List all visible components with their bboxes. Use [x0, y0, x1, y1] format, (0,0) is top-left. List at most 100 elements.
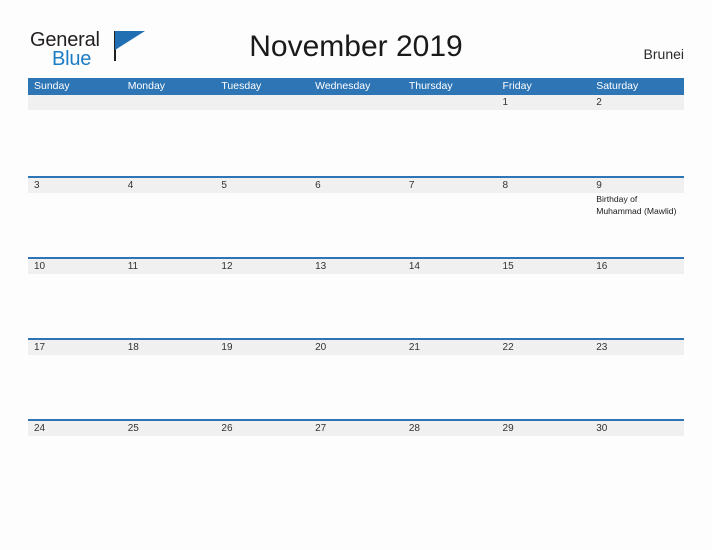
calendar-day-cell[interactable]: 25: [122, 421, 216, 436]
day-number: 2: [596, 97, 602, 108]
calendar-event-cell[interactable]: [215, 274, 309, 275]
day-number: 5: [221, 180, 227, 191]
calendar-event-cell[interactable]: [122, 355, 216, 356]
date-number-band: 17 18 19 20 21 22 23: [28, 340, 684, 355]
calendar-event-cell[interactable]: [590, 355, 684, 356]
calendar-event-cell[interactable]: [28, 355, 122, 356]
calendar-event-cell[interactable]: [309, 193, 403, 217]
weekday-header-cell: Saturday: [596, 80, 639, 92]
calendar-day-cell[interactable]: 9: [590, 178, 684, 193]
day-number: 29: [502, 423, 514, 434]
calendar-event-cell[interactable]: [215, 436, 309, 437]
calendar-day-cell[interactable]: [403, 95, 497, 110]
calendar-day-cell[interactable]: 6: [309, 178, 403, 193]
day-number: 18: [127, 342, 139, 353]
calendar-event-cell[interactable]: [215, 355, 309, 356]
calendar-day-cell[interactable]: 5: [215, 178, 309, 193]
calendar-day-cell[interactable]: 16: [590, 259, 684, 274]
calendar-event-cell[interactable]: [403, 193, 497, 217]
calendar-day-cell[interactable]: 1: [497, 95, 591, 110]
calendar-event-cell[interactable]: [497, 110, 591, 111]
calendar-event-cell[interactable]: [403, 355, 497, 356]
calendar-day-cell[interactable]: [215, 95, 309, 110]
calendar-event-cell[interactable]: [497, 193, 591, 217]
calendar-day-cell[interactable]: 15: [497, 259, 591, 274]
calendar-event-cell[interactable]: [590, 436, 684, 437]
events-band: [28, 436, 684, 437]
calendar-event-cell[interactable]: [590, 274, 684, 275]
calendar-day-cell[interactable]: 4: [122, 178, 216, 193]
calendar-day-cell[interactable]: [28, 95, 122, 110]
calendar-day-cell[interactable]: 28: [403, 421, 497, 436]
date-number-band: 24 25 26 27 28 29 30: [28, 421, 684, 436]
calendar-day-cell[interactable]: 10: [28, 259, 122, 274]
calendar-event-cell[interactable]: [309, 436, 403, 437]
calendar-event-cell[interactable]: [215, 193, 309, 217]
calendar-day-cell[interactable]: [309, 95, 403, 110]
calendar-event-cell[interactable]: [122, 193, 216, 217]
day-number: [409, 95, 497, 110]
date-number-band: 10 11 12 13 14 15 16: [28, 259, 684, 274]
calendar-event-cell[interactable]: [28, 110, 122, 111]
day-number: 17: [34, 342, 46, 353]
calendar-event-cell[interactable]: [497, 355, 591, 356]
day-number: 28: [408, 423, 420, 434]
calendar-day-cell[interactable]: 14: [403, 259, 497, 274]
calendar-week-row: 17 18 19 20 21 22 23: [28, 338, 684, 419]
day-number: [221, 95, 309, 110]
calendar-day-cell[interactable]: 17: [28, 340, 122, 355]
day-number: 27: [315, 423, 327, 434]
calendar-day-cell[interactable]: 12: [215, 259, 309, 274]
calendar-day-cell[interactable]: 29: [497, 421, 591, 436]
calendar-day-cell[interactable]: 24: [28, 421, 122, 436]
calendar-event-cell[interactable]: [590, 110, 684, 111]
day-number: 24: [34, 423, 46, 434]
calendar-day-cell[interactable]: 21: [403, 340, 497, 355]
calendar-weekday-header: Sunday Monday Tuesday Wednesday Thursday Frid…: [28, 78, 684, 95]
calendar-event-cell[interactable]: [497, 436, 591, 437]
day-number: 16: [596, 261, 608, 272]
calendar-week-row: 24 25 26 27 28 29 30: [28, 419, 684, 500]
calendar-day-cell[interactable]: 18: [122, 340, 216, 355]
calendar-day-cell[interactable]: 2: [590, 95, 684, 110]
calendar-week-row: 10 11 12 13 14 15 16: [28, 257, 684, 338]
day-number: 1: [502, 97, 509, 108]
page-title: November 2019: [249, 30, 463, 63]
calendar-day-cell[interactable]: 3: [28, 178, 122, 193]
calendar-event-cell[interactable]: [122, 274, 216, 275]
calendar-event-cell[interactable]: [309, 355, 403, 356]
day-number: [315, 95, 403, 110]
calendar-event-cell[interactable]: Birthday of Muhammad (Mawlid): [590, 193, 684, 217]
calendar-day-cell[interactable]: 26: [215, 421, 309, 436]
calendar-event-cell[interactable]: [28, 193, 122, 217]
calendar-event-cell[interactable]: [403, 274, 497, 275]
calendar-event-cell[interactable]: [215, 110, 309, 111]
calendar-event-cell[interactable]: [28, 436, 122, 437]
weekday-header-cell: Wednesday: [315, 80, 371, 92]
calendar-day-cell[interactable]: 13: [309, 259, 403, 274]
weekday-header-cell: Tuesday: [221, 80, 262, 92]
calendar-day-cell[interactable]: 20: [309, 340, 403, 355]
calendar-day-cell[interactable]: 27: [309, 421, 403, 436]
day-number: 14: [408, 261, 420, 272]
calendar-event-cell[interactable]: [122, 436, 216, 437]
calendar-day-cell[interactable]: 8: [497, 178, 591, 193]
calendar-event-cell[interactable]: [403, 436, 497, 437]
calendar-event-cell[interactable]: [497, 274, 591, 275]
calendar-event-cell[interactable]: [122, 110, 216, 111]
calendar-day-cell[interactable]: 23: [590, 340, 684, 355]
calendar-event-cell[interactable]: [309, 110, 403, 111]
calendar-day-cell[interactable]: 22: [497, 340, 591, 355]
calendar-day-cell[interactable]: 7: [403, 178, 497, 193]
calendar-day-cell[interactable]: 30: [590, 421, 684, 436]
calendar-event-cell[interactable]: [309, 274, 403, 275]
calendar-event-cell[interactable]: [28, 274, 122, 275]
day-number: 8: [502, 180, 509, 191]
calendar-day-cell[interactable]: 11: [122, 259, 216, 274]
day-number: 23: [596, 342, 608, 353]
events-band: [28, 355, 684, 356]
day-number: 4: [127, 180, 134, 191]
calendar-day-cell[interactable]: [122, 95, 216, 110]
calendar-day-cell[interactable]: 19: [215, 340, 309, 355]
calendar-event-cell[interactable]: [403, 110, 497, 111]
